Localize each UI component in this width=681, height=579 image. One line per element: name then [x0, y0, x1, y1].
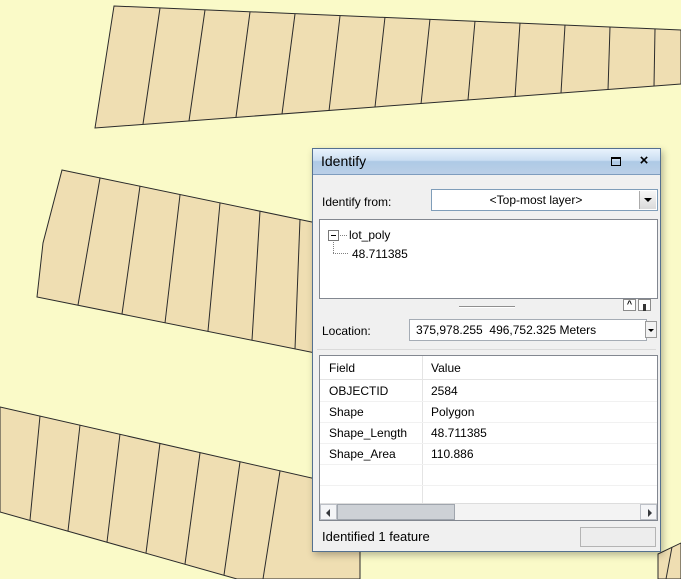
chevron-down-icon: [648, 328, 654, 332]
scroll-right-button[interactable]: [640, 504, 657, 520]
value-column-header: Value: [431, 361, 461, 375]
table-row[interactable]: Shape_Length 48.711385: [320, 423, 657, 444]
right-arrow-icon: [648, 509, 652, 517]
location-label: Location:: [322, 324, 371, 338]
status-bar: Identified 1 feature: [313, 523, 660, 551]
layer-combobox[interactable]: <Top-most layer>: [431, 189, 658, 211]
identify-window: Identify × Identify from: <Top-most laye…: [312, 148, 661, 552]
combo-dropdown-button[interactable]: [639, 191, 656, 209]
table-row[interactable]: OBJECTID 2584: [320, 381, 657, 402]
tree-expander-minus-icon[interactable]: [328, 230, 339, 241]
tree-node-layer[interactable]: lot_poly: [349, 228, 390, 242]
table-row-empty: [320, 486, 657, 503]
table-body: OBJECTID 2584 Shape Polygon Shape_Length…: [320, 381, 657, 503]
location-dropdown-button[interactable]: [645, 321, 657, 338]
collapse-tree-button[interactable]: ^: [623, 299, 636, 311]
identify-from-label: Identify from:: [322, 195, 392, 209]
window-titlebar[interactable]: Identify ×: [313, 149, 660, 175]
table-row[interactable]: Shape Polygon: [320, 402, 657, 423]
tree-connector: [340, 235, 347, 236]
value-cell: 110.886: [431, 447, 474, 461]
status-panel: [580, 527, 656, 547]
layer-combobox-value: <Top-most layer>: [489, 193, 583, 207]
close-button[interactable]: ×: [636, 152, 652, 170]
value-cell: 2584: [431, 384, 458, 398]
table-row[interactable]: Shape_Area 110.886: [320, 444, 657, 465]
value-cell: 48.711385: [431, 426, 487, 440]
field-cell: OBJECTID: [329, 384, 389, 398]
maximize-button[interactable]: [608, 154, 624, 170]
panel-splitter[interactable]: [313, 301, 660, 313]
field-cell: Shape: [329, 405, 364, 419]
window-title: Identify: [321, 153, 367, 169]
tree-connector: [333, 242, 334, 253]
field-cell: Shape_Length: [329, 426, 408, 440]
table-row-empty: [320, 465, 657, 486]
value-cell: Polygon: [431, 405, 475, 419]
dock-button[interactable]: [638, 299, 651, 311]
tree-connector: [333, 253, 348, 254]
horizontal-scrollbar[interactable]: [320, 503, 657, 520]
splitter-handle-icon: [458, 306, 515, 308]
chevron-up-icon: ^: [626, 299, 633, 309]
scroll-left-button[interactable]: [320, 504, 337, 520]
identify-results-tree: lot_poly 48.711385: [319, 219, 658, 299]
close-icon: ×: [639, 152, 649, 169]
tree-node-value[interactable]: 48.711385: [352, 247, 408, 261]
field-cell: Shape_Area: [329, 447, 396, 461]
bar-icon: [643, 304, 646, 311]
attributes-table: Field Value OBJECTID 2584 Shape Polygon …: [319, 355, 658, 521]
maximize-icon: [611, 157, 621, 166]
divider: [317, 349, 656, 350]
status-text: Identified 1 feature: [322, 529, 430, 544]
field-column-header: Field: [329, 361, 356, 375]
chevron-down-icon: [644, 198, 652, 202]
table-header: Field Value: [320, 356, 657, 380]
left-arrow-icon: [326, 509, 330, 517]
scrollbar-thumb[interactable]: [337, 504, 455, 520]
location-input[interactable]: 375,978.255 496,752.325 Meters: [409, 319, 647, 341]
